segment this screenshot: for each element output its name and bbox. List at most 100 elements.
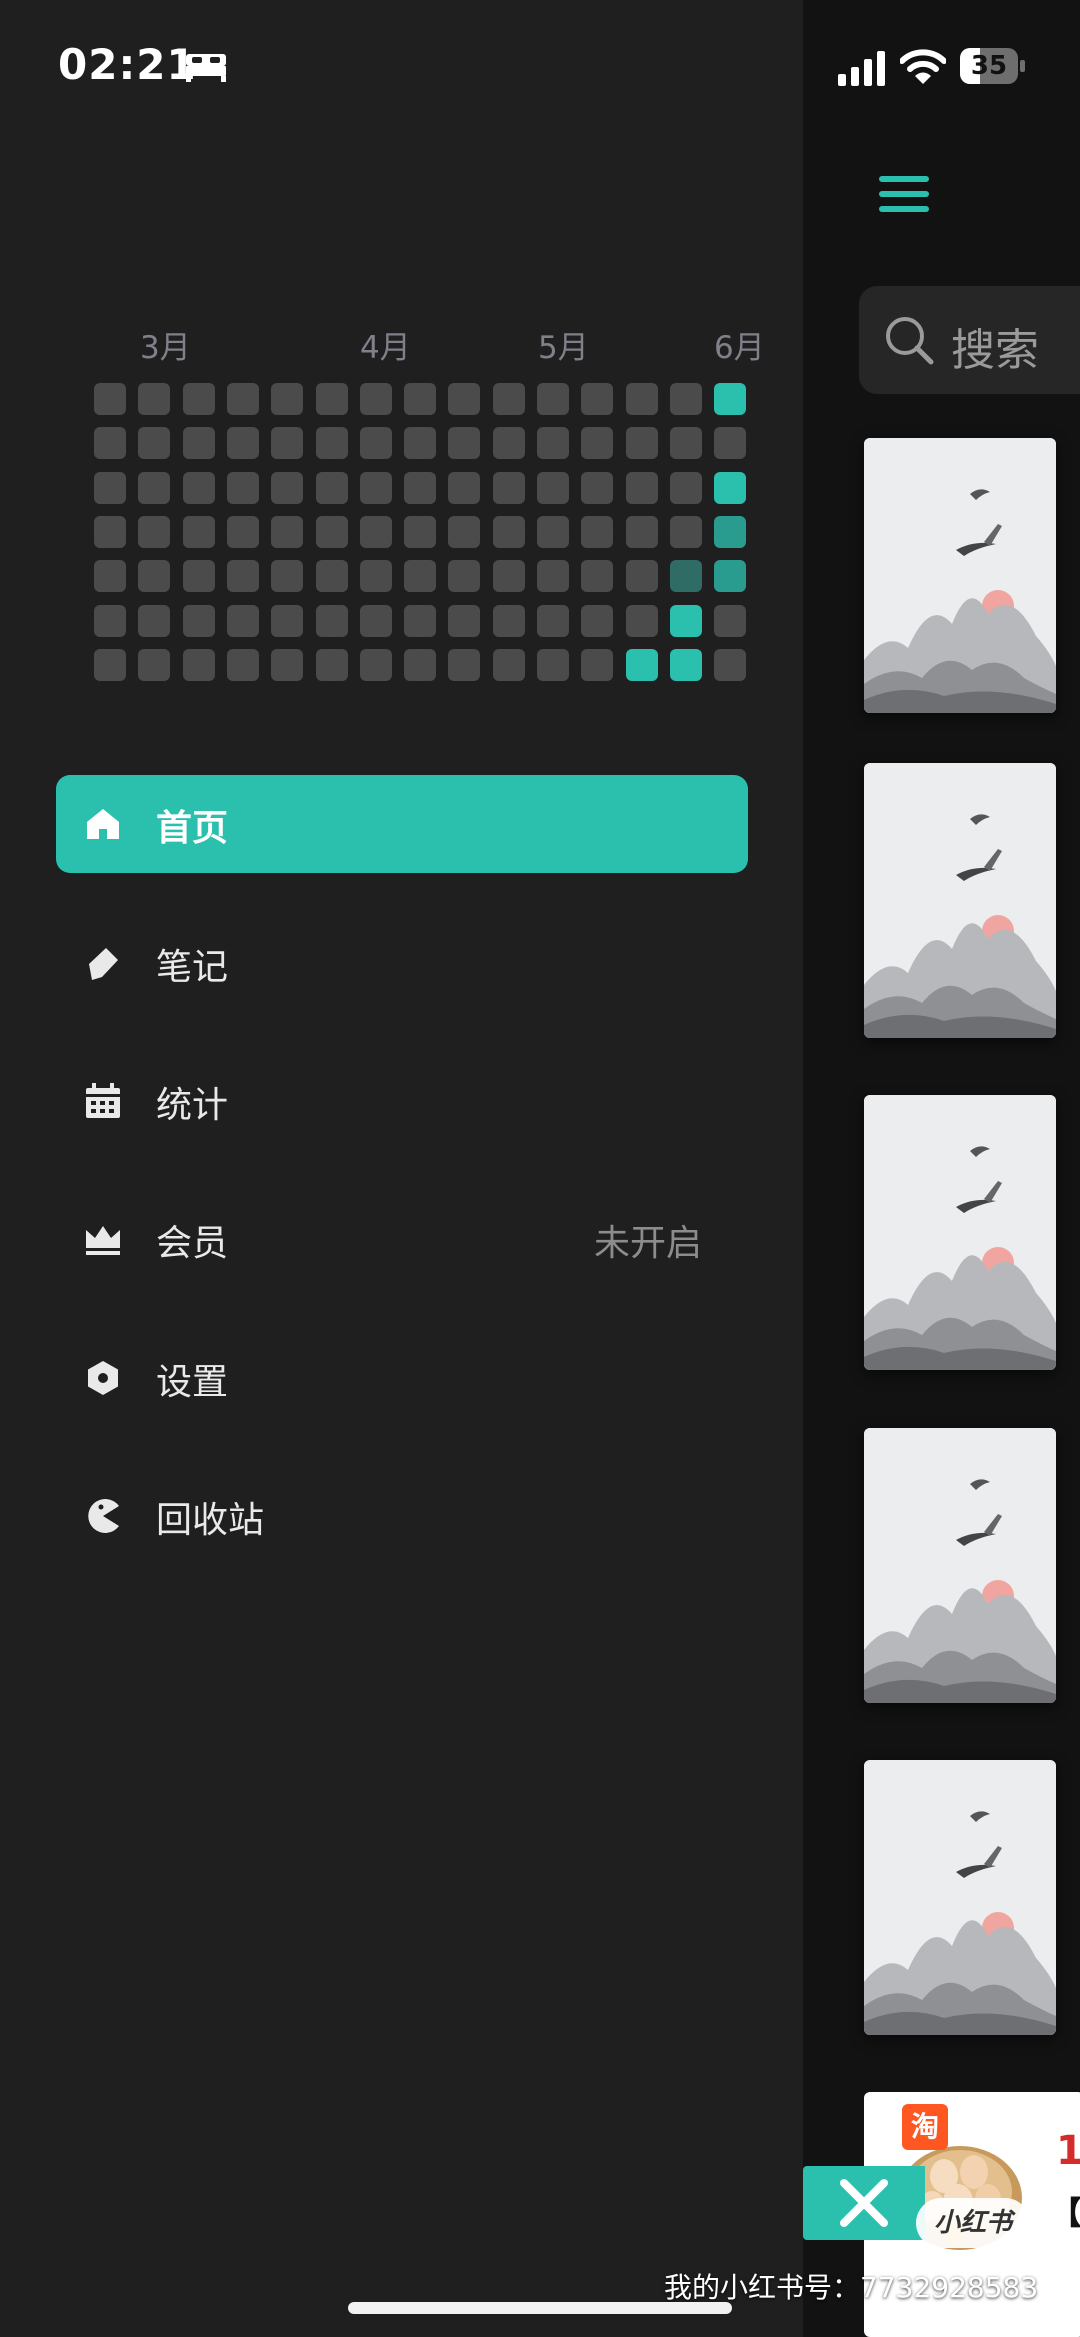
heatmap-cell [271, 648, 304, 681]
heatmap-cell [226, 648, 259, 681]
heatmap-cell [182, 471, 215, 504]
heatmap-cell [448, 560, 481, 593]
heatmap-cell [581, 515, 614, 548]
month-label: 4月 [360, 330, 411, 366]
menu-label: 统计 [156, 1085, 229, 1126]
month-label: 5月 [538, 330, 589, 366]
heatmap-cell [625, 471, 658, 504]
activity-heatmap [94, 383, 754, 683]
membership-status: 未开启 [593, 1223, 702, 1264]
menu-item-trash[interactable]: 回收站 [56, 1467, 748, 1565]
heatmap-cell [271, 471, 304, 504]
heatmap-cell [537, 604, 569, 637]
heatmap-cell [537, 648, 569, 681]
status-time: 02:21 [58, 40, 197, 89]
menu-label: 笔记 [156, 947, 229, 988]
heatmap-cell [714, 427, 747, 460]
watermark: 我的小红书号：7732928583 [664, 2271, 1039, 2304]
heatmap-cell [492, 471, 525, 504]
note-thumbnail[interactable] [864, 438, 1056, 713]
heatmap-cell [359, 471, 392, 504]
heatmap-cell [404, 383, 437, 415]
ad-text: 【1 [1050, 2194, 1080, 2232]
heatmap-cell [138, 471, 171, 504]
heatmap-cell [448, 471, 481, 504]
ink-landscape-image [864, 1428, 1056, 1703]
heatmap-cell [138, 427, 171, 460]
month-label: 6月 [714, 330, 765, 366]
heatmap-cell [94, 648, 126, 681]
heatmap-cell [581, 471, 614, 504]
heatmap-cell [226, 471, 259, 504]
ink-landscape-image [864, 1095, 1056, 1370]
heatmap-cell [404, 648, 437, 681]
heatmap-cell [537, 383, 569, 415]
search-bar[interactable]: 搜索 [859, 286, 1080, 394]
heatmap-cell [182, 648, 215, 681]
hamburger-icon[interactable] [879, 174, 929, 214]
heatmap-cell [138, 383, 171, 415]
heatmap-cell [315, 383, 348, 415]
pen-icon [89, 948, 118, 980]
search-icon [886, 317, 934, 365]
heatmap-cell [138, 604, 171, 637]
heatmap-cell [359, 648, 392, 681]
menu-item-stats[interactable]: 统计 [56, 1052, 748, 1150]
menu-item-membership[interactable]: 会员 未开启 [56, 1190, 748, 1288]
heatmap-cell [537, 427, 569, 460]
settings-hex-icon [88, 1361, 118, 1395]
heatmap-cell [404, 427, 437, 460]
heatmap-cell [448, 427, 481, 460]
menu-item-settings[interactable]: 设置 [56, 1329, 748, 1427]
menu-label: 回收站 [156, 1500, 265, 1541]
heatmap-cell [94, 383, 126, 415]
heatmap-cell [669, 604, 702, 637]
note-thumbnail[interactable] [864, 1760, 1056, 2035]
heatmap-cell [714, 471, 747, 504]
menu-item-notes[interactable]: 笔记 [56, 914, 748, 1012]
heatmap-cell [94, 427, 126, 460]
calendar-icon [86, 1083, 120, 1118]
heatmap-cell [182, 383, 215, 415]
heatmap-cell [669, 515, 702, 548]
heatmap-cell [714, 383, 747, 415]
menu-label: 设置 [156, 1362, 229, 1403]
heatmap-cell [315, 471, 348, 504]
close-icon [840, 2179, 888, 2227]
heatmap-cell [492, 560, 525, 593]
heatmap-cell [182, 515, 215, 548]
ink-landscape-image [864, 763, 1056, 1038]
heatmap-cell [448, 515, 481, 548]
heatmap-cell [226, 515, 259, 548]
side-drawer: 02:21 3月 4月 5月 6月 首页 笔记 统计 会员 未开启 设置 回收站 [0, 0, 803, 2337]
heatmap-cell [94, 604, 126, 637]
heatmap-cell [448, 604, 481, 637]
heatmap-cell [359, 515, 392, 548]
heatmap-cell [669, 471, 702, 504]
heatmap-cell [182, 427, 215, 460]
heatmap-cell [714, 648, 747, 681]
heatmap-cell [138, 560, 171, 593]
note-thumbnail[interactable] [864, 1095, 1056, 1370]
cellular-signal-icon [838, 51, 885, 86]
close-ad-button[interactable] [803, 2166, 925, 2240]
heatmap-cell [492, 648, 525, 681]
heatmap-cell [226, 560, 259, 593]
heatmap-cell [537, 560, 569, 593]
heatmap-cell [404, 471, 437, 504]
heatmap-cell [359, 383, 392, 415]
heatmap-cell [581, 560, 614, 593]
heatmap-cell [315, 604, 348, 637]
heatmap-cell [625, 560, 658, 593]
heatmap-cell [669, 383, 702, 415]
menu-label: 首页 [156, 808, 229, 849]
ad-number: 1 [1056, 2128, 1080, 2174]
home-indicator[interactable] [348, 2302, 732, 2314]
heatmap-cell [182, 560, 215, 593]
note-thumbnail[interactable] [864, 763, 1056, 1038]
heatmap-cell [714, 604, 747, 637]
note-thumbnail[interactable] [864, 1428, 1056, 1703]
heatmap-cell [669, 427, 702, 460]
heatmap-cell [182, 604, 215, 637]
menu-item-home[interactable]: 首页 [56, 775, 748, 873]
